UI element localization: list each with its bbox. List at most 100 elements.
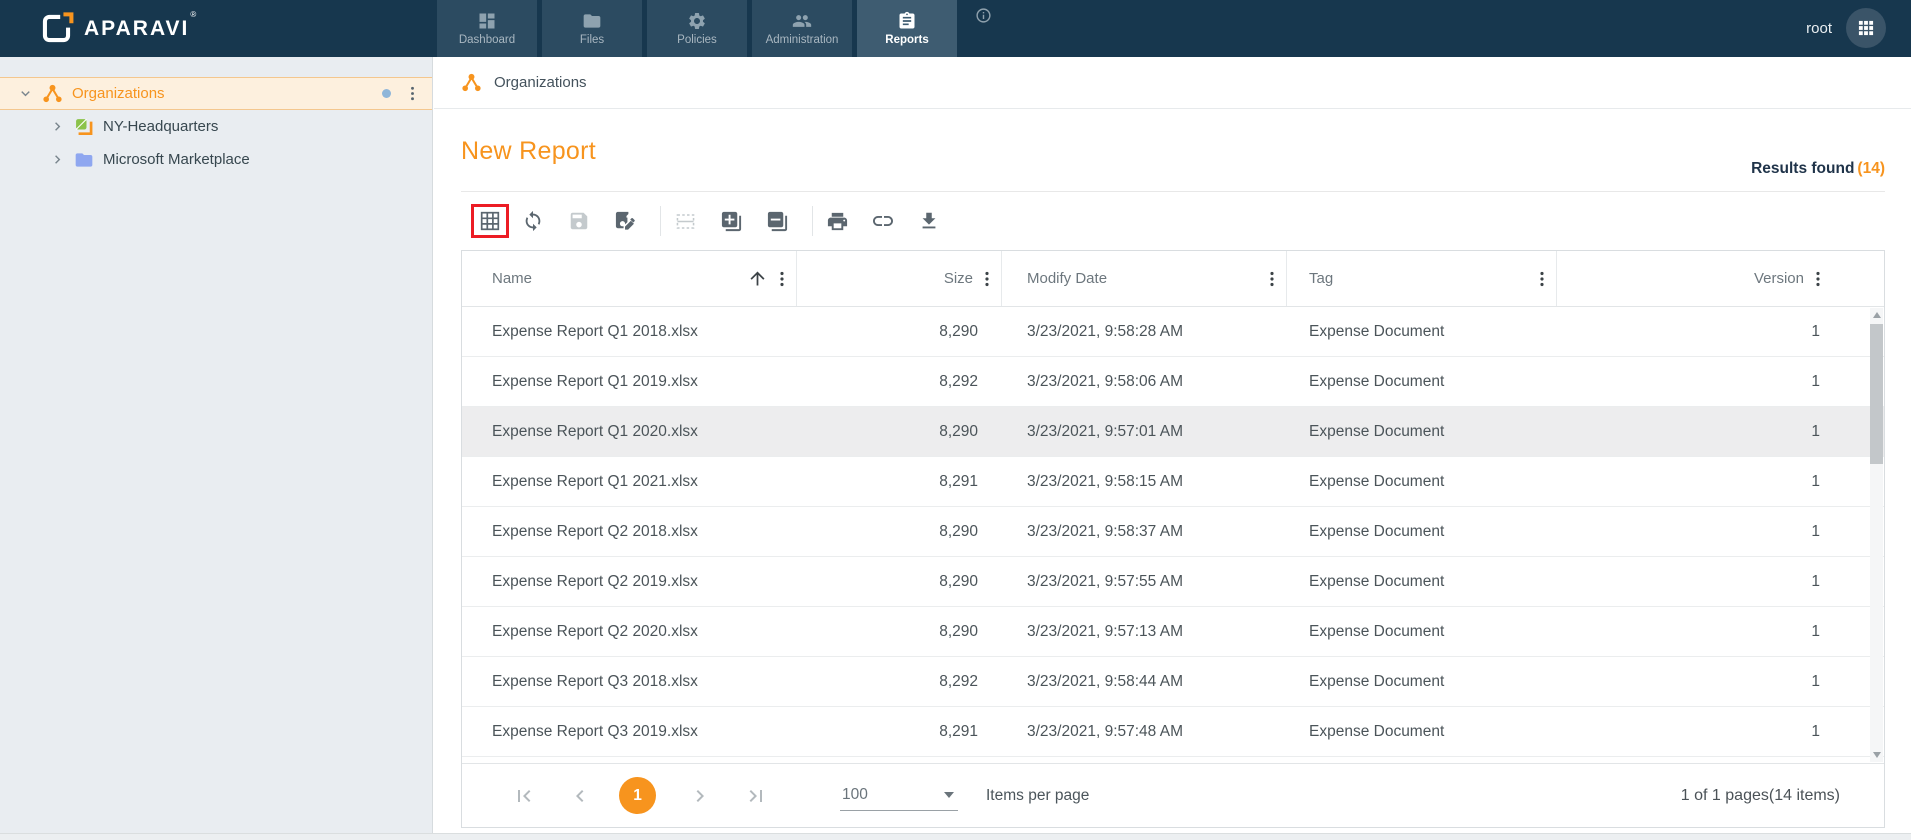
column-menu-icon[interactable] xyxy=(1808,269,1828,289)
save-edit-button[interactable] xyxy=(613,209,637,233)
chevron-down-icon[interactable] xyxy=(12,85,38,102)
scroll-up-arrow[interactable] xyxy=(1872,312,1881,318)
column-header-tag[interactable]: Tag xyxy=(1287,251,1557,306)
cell-modify-date: 3/23/2021, 9:57:48 AM xyxy=(1027,722,1183,740)
link-button[interactable] xyxy=(871,209,895,233)
chevron-right-icon[interactable] xyxy=(44,118,70,135)
column-label: Version xyxy=(1753,270,1804,287)
cell-name: Expense Report Q1 2020.xlsx xyxy=(492,422,698,440)
user-menu[interactable]: root xyxy=(1806,0,1832,57)
items-per-page-select[interactable]: 100 xyxy=(840,781,958,811)
cell-size: 8,290 xyxy=(939,422,978,440)
link-icon xyxy=(873,216,893,226)
page-title: New Report xyxy=(461,137,596,165)
save-button xyxy=(567,209,591,233)
dashboard-icon xyxy=(479,13,495,29)
tree-item-ny-headquarters[interactable]: NY-Headquarters xyxy=(0,110,432,143)
cell-tag: Expense Document xyxy=(1309,572,1445,590)
breadcrumb-item[interactable]: Organizations xyxy=(494,74,587,91)
sort-ascending-icon xyxy=(747,268,768,289)
info-icon[interactable] xyxy=(975,7,992,29)
tree-item-label: Microsoft Marketplace xyxy=(103,151,250,168)
table-columns-button[interactable] xyxy=(478,209,502,233)
cell-name: Expense Report Q3 2018.xlsx xyxy=(492,672,698,690)
refresh-button[interactable] xyxy=(521,209,545,233)
tab-administration[interactable]: Administration xyxy=(752,0,852,57)
last-page-button[interactable] xyxy=(744,784,768,808)
column-menu-icon[interactable] xyxy=(772,269,792,289)
cell-size: 8,291 xyxy=(939,472,978,490)
toolbar-divider xyxy=(660,206,661,236)
chevron-right-icon[interactable] xyxy=(44,151,70,168)
cell-size: 8,290 xyxy=(939,622,978,640)
column-header-size[interactable]: Size xyxy=(797,251,1002,306)
next-page-button[interactable] xyxy=(688,784,712,808)
dropdown-caret-icon xyxy=(944,792,954,798)
people-icon xyxy=(792,15,812,27)
cell-version: 1 xyxy=(1811,572,1820,590)
tree-sidebar: Organizations NY-Headquarters Microsoft … xyxy=(0,57,433,840)
tree-item-menu-icon[interactable] xyxy=(403,84,422,103)
bottom-edge-strip xyxy=(0,833,1911,840)
column-header-version[interactable]: Version xyxy=(1557,251,1884,306)
folder-icon xyxy=(74,150,94,170)
cell-name: Expense Report Q1 2019.xlsx xyxy=(492,372,698,390)
tree-item-organizations[interactable]: Organizations xyxy=(0,77,432,110)
results-count: (14) xyxy=(1857,160,1885,177)
scroll-down-arrow[interactable] xyxy=(1872,752,1881,758)
cell-modify-date: 3/23/2021, 9:57:01 AM xyxy=(1027,422,1183,440)
cell-version: 1 xyxy=(1811,522,1820,540)
table-row[interactable]: Expense Report Q2 2020.xlsx 8,290 3/23/202… xyxy=(462,607,1884,657)
logo-text: APARAVI xyxy=(84,16,190,40)
first-page-button[interactable] xyxy=(512,784,536,808)
nav-tabs: Dashboard Files Policies Administration … xyxy=(437,0,957,57)
toolbar-divider xyxy=(812,206,813,236)
scrollbar-thumb[interactable] xyxy=(1870,324,1883,464)
table-row[interactable]: Expense Report Q3 2019.xlsx 8,291 3/23/202… xyxy=(462,707,1884,757)
tab-reports[interactable]: Reports xyxy=(857,0,957,57)
tab-policies[interactable]: Policies xyxy=(647,0,747,57)
results-label: Results found xyxy=(1751,160,1855,177)
cell-version: 1 xyxy=(1811,422,1820,440)
row-layout-icon xyxy=(676,213,694,229)
current-page-button[interactable]: 1 xyxy=(619,777,656,814)
column-label: Name xyxy=(492,270,533,287)
cell-size: 8,292 xyxy=(939,372,978,390)
column-header-name[interactable]: Name xyxy=(462,251,797,306)
expand-all-button[interactable] xyxy=(719,209,743,233)
cell-version: 1 xyxy=(1811,472,1820,490)
print-button[interactable] xyxy=(825,209,849,233)
table-row[interactable]: Expense Report Q2 2018.xlsx 8,290 3/23/202… xyxy=(462,507,1884,557)
vertical-scrollbar[interactable] xyxy=(1870,308,1883,762)
tab-label: Files xyxy=(579,34,605,46)
report-content: New Report Results found (14) Name Size … xyxy=(434,137,1911,828)
table-row[interactable]: Expense Report Q3 2018.xlsx 8,292 3/23/202… xyxy=(462,657,1884,707)
column-menu-icon[interactable] xyxy=(977,269,997,289)
chevron-left-icon xyxy=(576,789,584,802)
table-row[interactable]: Expense Report Q1 2020.xlsx 8,290 3/23/202… xyxy=(462,407,1884,457)
download-button[interactable] xyxy=(917,209,941,233)
cell-modify-date: 3/23/2021, 9:58:06 AM xyxy=(1027,372,1183,390)
column-menu-icon[interactable] xyxy=(1532,269,1552,289)
chevron-right-icon xyxy=(696,789,704,802)
column-header-modify-date[interactable]: Modify Date xyxy=(1002,251,1287,306)
tab-dashboard[interactable]: Dashboard xyxy=(437,0,537,57)
table-row[interactable]: Expense Report Q2 2019.xlsx 8,290 3/23/202… xyxy=(462,557,1884,607)
cell-modify-date: 3/23/2021, 9:58:15 AM xyxy=(1027,472,1183,490)
cell-name: Expense Report Q2 2019.xlsx xyxy=(492,572,698,590)
tab-files[interactable]: Files xyxy=(542,0,642,57)
table-columns-icon xyxy=(480,211,500,231)
cell-tag: Expense Document xyxy=(1309,622,1445,640)
previous-page-button[interactable] xyxy=(568,784,592,808)
tree-item-microsoft-marketplace[interactable]: Microsoft Marketplace xyxy=(0,143,432,176)
status-dot xyxy=(382,89,391,98)
table-row[interactable]: Expense Report Q1 2019.xlsx 8,292 3/23/202… xyxy=(462,357,1884,407)
table-row[interactable]: Expense Report Q1 2018.xlsx 8,290 3/23/202… xyxy=(462,307,1884,357)
cell-size: 8,291 xyxy=(939,722,978,740)
cell-size: 8,290 xyxy=(939,322,978,340)
collapse-all-button[interactable] xyxy=(765,209,789,233)
column-menu-icon[interactable] xyxy=(1262,269,1282,289)
apps-grid-button[interactable] xyxy=(1846,8,1886,48)
table-row[interactable]: Expense Report Q1 2021.xlsx 8,291 3/23/202… xyxy=(462,457,1884,507)
folder-icon xyxy=(583,14,601,28)
